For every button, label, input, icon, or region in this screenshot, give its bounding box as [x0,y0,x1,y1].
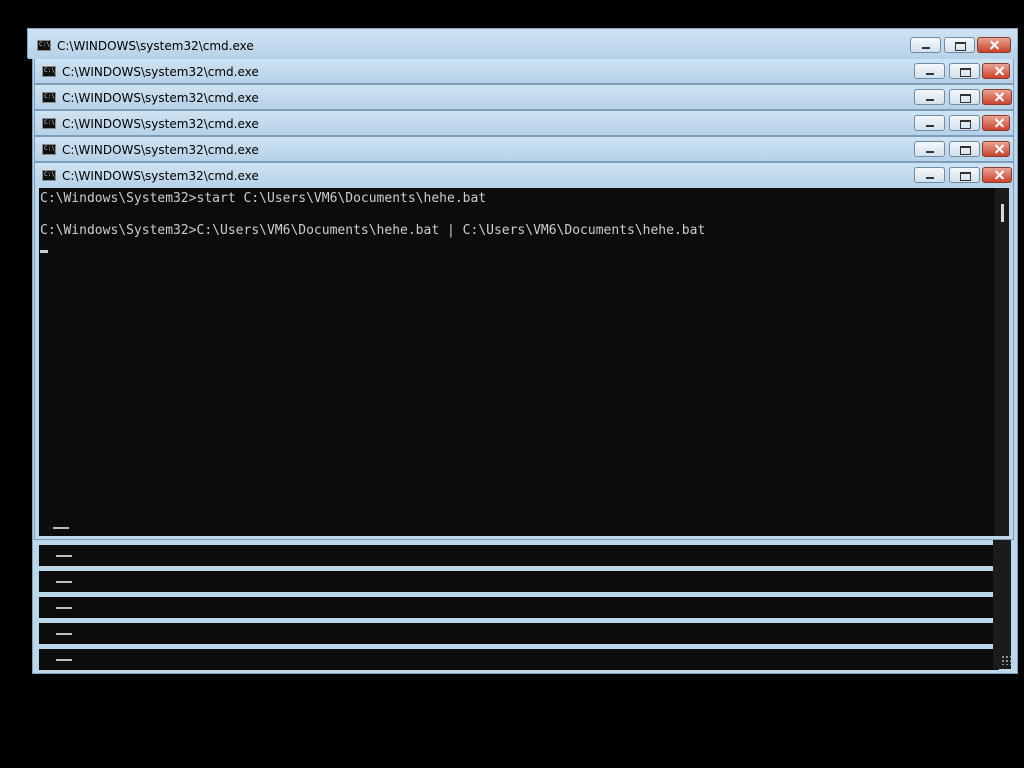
cmd-window-5[interactable]: C:\_ C:\WINDOWS\system32\cmd.exe [34,136,1014,162]
console-strip [39,597,999,618]
window-title: C:\WINDOWS\system32\cmd.exe [62,91,259,105]
cmd-window-4[interactable]: C:\_ C:\WINDOWS\system32\cmd.exe [34,110,1014,136]
cmd-icon: C:\_ [42,118,58,129]
maximize-button[interactable] [949,89,980,105]
console-strip [39,545,999,566]
close-button[interactable] [982,141,1010,157]
minimize-button[interactable] [914,141,945,157]
close-button[interactable] [982,89,1012,105]
console-strip-mark [53,527,69,529]
close-button[interactable] [982,167,1012,183]
resize-grip-icon[interactable] [1001,655,1011,665]
cmd-icon: C:\_ [37,40,53,51]
scrollbar-thumb[interactable] [1001,204,1004,222]
console-strip [39,571,999,592]
maximize-button[interactable] [949,141,980,157]
window-title: C:\WINDOWS\system32\cmd.exe [62,143,259,157]
cmd-window-2[interactable]: C:\_ C:\WINDOWS\system32\cmd.exe [34,58,1014,84]
close-button[interactable] [982,63,1010,79]
cmd-icon: C:\_ [42,170,58,181]
minimize-button[interactable] [914,89,945,105]
console-strip [39,649,999,670]
cmd-window-3[interactable]: C:\_ C:\WINDOWS\system32\cmd.exe [34,84,1014,110]
cmd-window-1[interactable]: C:\_ C:\WINDOWS\system32\cmd.exe [27,28,1018,59]
cmd-icon: C:\_ [42,66,58,77]
maximize-button[interactable] [944,37,975,53]
window-title: C:\WINDOWS\system32\cmd.exe [57,39,254,53]
close-button[interactable] [982,115,1010,131]
console-strip [39,623,999,644]
cmd-icon: C:\_ [42,144,58,155]
console-output[interactable]: C:\Windows\System32>start C:\Users\VM6\D… [39,188,995,536]
minimize-button[interactable] [910,37,941,53]
window-title: C:\WINDOWS\system32\cmd.exe [62,169,259,183]
maximize-button[interactable] [949,63,980,79]
minimize-button[interactable] [914,63,945,79]
cmd-window-active[interactable]: C:\_ C:\WINDOWS\system32\cmd.exe C:\Wind… [34,162,1014,540]
text-cursor [40,250,48,253]
close-button[interactable] [977,37,1011,53]
console-line: C:\Windows\System32>C:\Users\VM6\Documen… [40,223,706,238]
minimize-button[interactable] [914,167,945,183]
minimize-button[interactable] [914,115,945,131]
cmd-icon: C:\_ [42,92,58,103]
vertical-scrollbar[interactable] [995,188,1009,536]
window-title: C:\WINDOWS\system32\cmd.exe [62,117,259,131]
console-line: C:\Windows\System32>start C:\Users\VM6\D… [40,191,487,206]
window-title: C:\WINDOWS\system32\cmd.exe [62,65,259,79]
maximize-button[interactable] [949,167,980,183]
maximize-button[interactable] [949,115,980,131]
